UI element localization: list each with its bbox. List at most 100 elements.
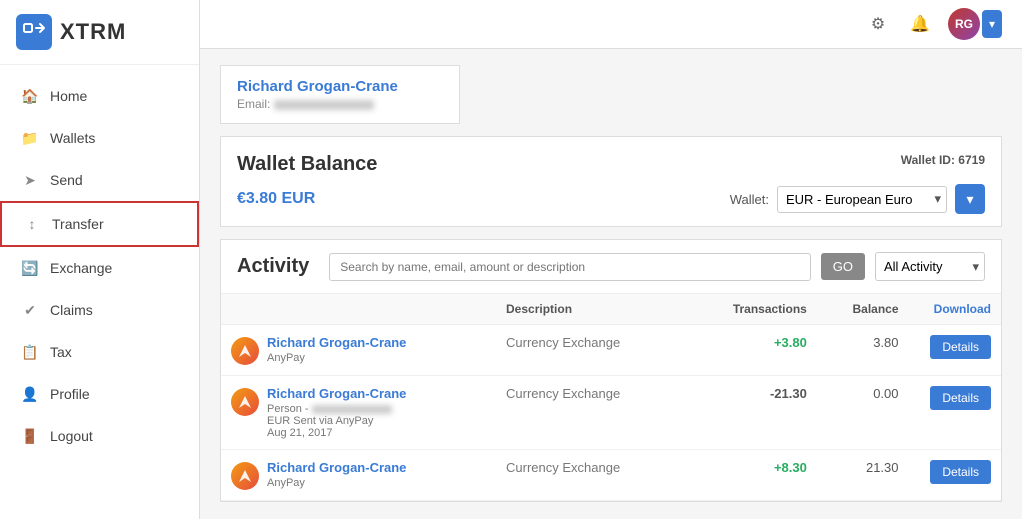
sidebar-label-exchange: Exchange: [50, 260, 112, 276]
col-header-description: Description: [496, 294, 702, 325]
row-icon: [231, 337, 259, 365]
person-prefix: Person -: [267, 403, 312, 415]
balance-amount: €3.80 EUR: [237, 190, 315, 208]
activity-title: Activity: [237, 255, 309, 278]
sidebar-item-wallets[interactable]: 📁 Wallets: [0, 117, 199, 159]
logo-icon: [16, 14, 52, 50]
table-row: Richard Grogan-Crane AnyPay Currency Exc…: [221, 325, 1001, 376]
wallet-select-wrap: EUR - European Euro USD - US Dollar GBP …: [777, 186, 947, 213]
user-name: Richard Grogan-Crane: [237, 78, 443, 95]
user-email: Email:: [237, 97, 443, 111]
table-row: Richard Grogan-Crane AnyPay Currency Exc…: [221, 450, 1001, 501]
tax-icon: 📋: [20, 342, 40, 362]
sidebar-item-send[interactable]: ➤ Send: [0, 159, 199, 201]
sidebar-item-claims[interactable]: ✔ Claims: [0, 289, 199, 331]
col-header-transactions: Transactions: [702, 294, 817, 325]
download-link[interactable]: Download: [934, 302, 991, 316]
send-icon: ➤: [20, 170, 40, 190]
td-balance: 21.30: [817, 450, 909, 501]
go-button[interactable]: GO: [821, 253, 865, 280]
profile-icon: 👤: [20, 384, 40, 404]
wallet-id: Wallet ID: 6719: [901, 153, 985, 167]
wallet-balance-title: Wallet Balance: [237, 153, 377, 176]
bell-button[interactable]: 🔔: [906, 10, 934, 38]
table-header-row: Description Transactions Balance Downloa…: [221, 294, 1001, 325]
wallets-icon: 📁: [20, 128, 40, 148]
avatar-caret[interactable]: ▾: [982, 10, 1002, 38]
logo-text: XTRM: [60, 19, 126, 45]
user-info-name: Richard Grogan-Crane: [267, 460, 406, 475]
td-details: Details: [909, 376, 1001, 450]
wallet-balance-section: Wallet Balance Wallet ID: 6719 €3.80 EUR…: [220, 136, 1002, 227]
home-icon: 🏠: [20, 86, 40, 106]
sidebar-item-transfer[interactable]: ↕ Transfer: [0, 201, 199, 247]
user-info-name: Richard Grogan-Crane: [267, 335, 406, 350]
activity-filter[interactable]: All Activity Sent Received: [875, 252, 985, 281]
sidebar-item-exchange[interactable]: 🔄 Exchange: [0, 247, 199, 289]
activity-table: Description Transactions Balance Downloa…: [221, 294, 1001, 501]
sidebar-label-wallets: Wallets: [50, 130, 95, 146]
td-description: Currency Exchange: [496, 376, 702, 450]
td-details: Details: [909, 325, 1001, 376]
sidebar-item-profile[interactable]: 👤 Profile: [0, 373, 199, 415]
sidebar-label-send: Send: [50, 172, 83, 188]
sidebar-item-logout[interactable]: 🚪 Logout: [0, 415, 199, 457]
td-user: Richard Grogan-Crane AnyPay: [221, 325, 496, 376]
wallet-selector-group: Wallet: EUR - European Euro USD - US Dol…: [730, 184, 985, 214]
activity-filter-wrap: All Activity Sent Received: [875, 252, 985, 281]
td-user: Richard Grogan-Crane Person - EUR Sent v…: [221, 376, 496, 450]
topbar: ⚙ 🔔 RG ▾: [200, 0, 1022, 49]
sidebar-label-logout: Logout: [50, 428, 93, 444]
details-button[interactable]: Details: [930, 386, 991, 410]
col-header-user: [221, 294, 496, 325]
content-area: Richard Grogan-Crane Email: Wallet Balan…: [200, 49, 1022, 518]
sidebar-label-tax: Tax: [50, 344, 72, 360]
search-input[interactable]: [329, 253, 811, 281]
user-info: Richard Grogan-Crane AnyPay: [267, 335, 406, 364]
wallet-action-button[interactable]: ▾: [955, 184, 985, 214]
avatar-menu[interactable]: RG ▾: [948, 8, 1002, 40]
sidebar-label-home: Home: [50, 88, 87, 104]
email-blur: [274, 100, 374, 110]
wallet-balance-row: €3.80 EUR Wallet: EUR - European Euro US…: [237, 184, 985, 214]
email-label: Email:: [237, 97, 270, 111]
details-button[interactable]: Details: [930, 460, 991, 484]
details-button[interactable]: Details: [930, 335, 991, 359]
td-details: Details: [909, 450, 1001, 501]
sidebar-label-profile: Profile: [50, 386, 90, 402]
main-content: ⚙ 🔔 RG ▾ Richard Grogan-Crane Email: Wal…: [200, 0, 1022, 519]
exchange-icon: 🔄: [20, 258, 40, 278]
table-row: Richard Grogan-Crane Person - EUR Sent v…: [221, 376, 1001, 450]
td-description: Currency Exchange: [496, 450, 702, 501]
sidebar-nav: 🏠 Home 📁 Wallets ➤ Send ↕ Transfer 🔄 Exc…: [0, 65, 199, 519]
user-info-name: Richard Grogan-Crane: [267, 386, 406, 401]
row-icon: [231, 388, 259, 416]
gear-button[interactable]: ⚙: [864, 10, 892, 38]
td-transaction: -21.30: [702, 376, 817, 450]
transfer-icon: ↕: [22, 214, 42, 234]
td-transaction: +8.30: [702, 450, 817, 501]
logo: XTRM: [0, 0, 199, 65]
claims-icon: ✔: [20, 300, 40, 320]
sidebar-label-transfer: Transfer: [52, 216, 104, 232]
sidebar-item-home[interactable]: 🏠 Home: [0, 75, 199, 117]
user-info-sub: AnyPay: [267, 477, 406, 489]
col-header-download: Download: [909, 294, 1001, 325]
activity-section: Activity GO All Activity Sent Received D…: [220, 239, 1002, 502]
wallet-label: Wallet:: [730, 192, 769, 207]
avatar: RG: [948, 8, 980, 40]
activity-header: Activity GO All Activity Sent Received: [221, 240, 1001, 294]
td-user: Richard Grogan-Crane AnyPay: [221, 450, 496, 501]
user-info: Richard Grogan-Crane Person - EUR Sent v…: [267, 386, 406, 439]
logout-icon: 🚪: [20, 426, 40, 446]
person-blur: [312, 405, 392, 414]
user-info: Richard Grogan-Crane AnyPay: [267, 460, 406, 489]
wallet-select[interactable]: EUR - European Euro USD - US Dollar GBP …: [777, 186, 947, 213]
td-transaction: +3.80: [702, 325, 817, 376]
user-card: Richard Grogan-Crane Email:: [220, 65, 460, 124]
td-balance: 3.80: [817, 325, 909, 376]
sidebar-label-claims: Claims: [50, 302, 93, 318]
col-header-balance: Balance: [817, 294, 909, 325]
sidebar-item-tax[interactable]: 📋 Tax: [0, 331, 199, 373]
td-description: Currency Exchange: [496, 325, 702, 376]
